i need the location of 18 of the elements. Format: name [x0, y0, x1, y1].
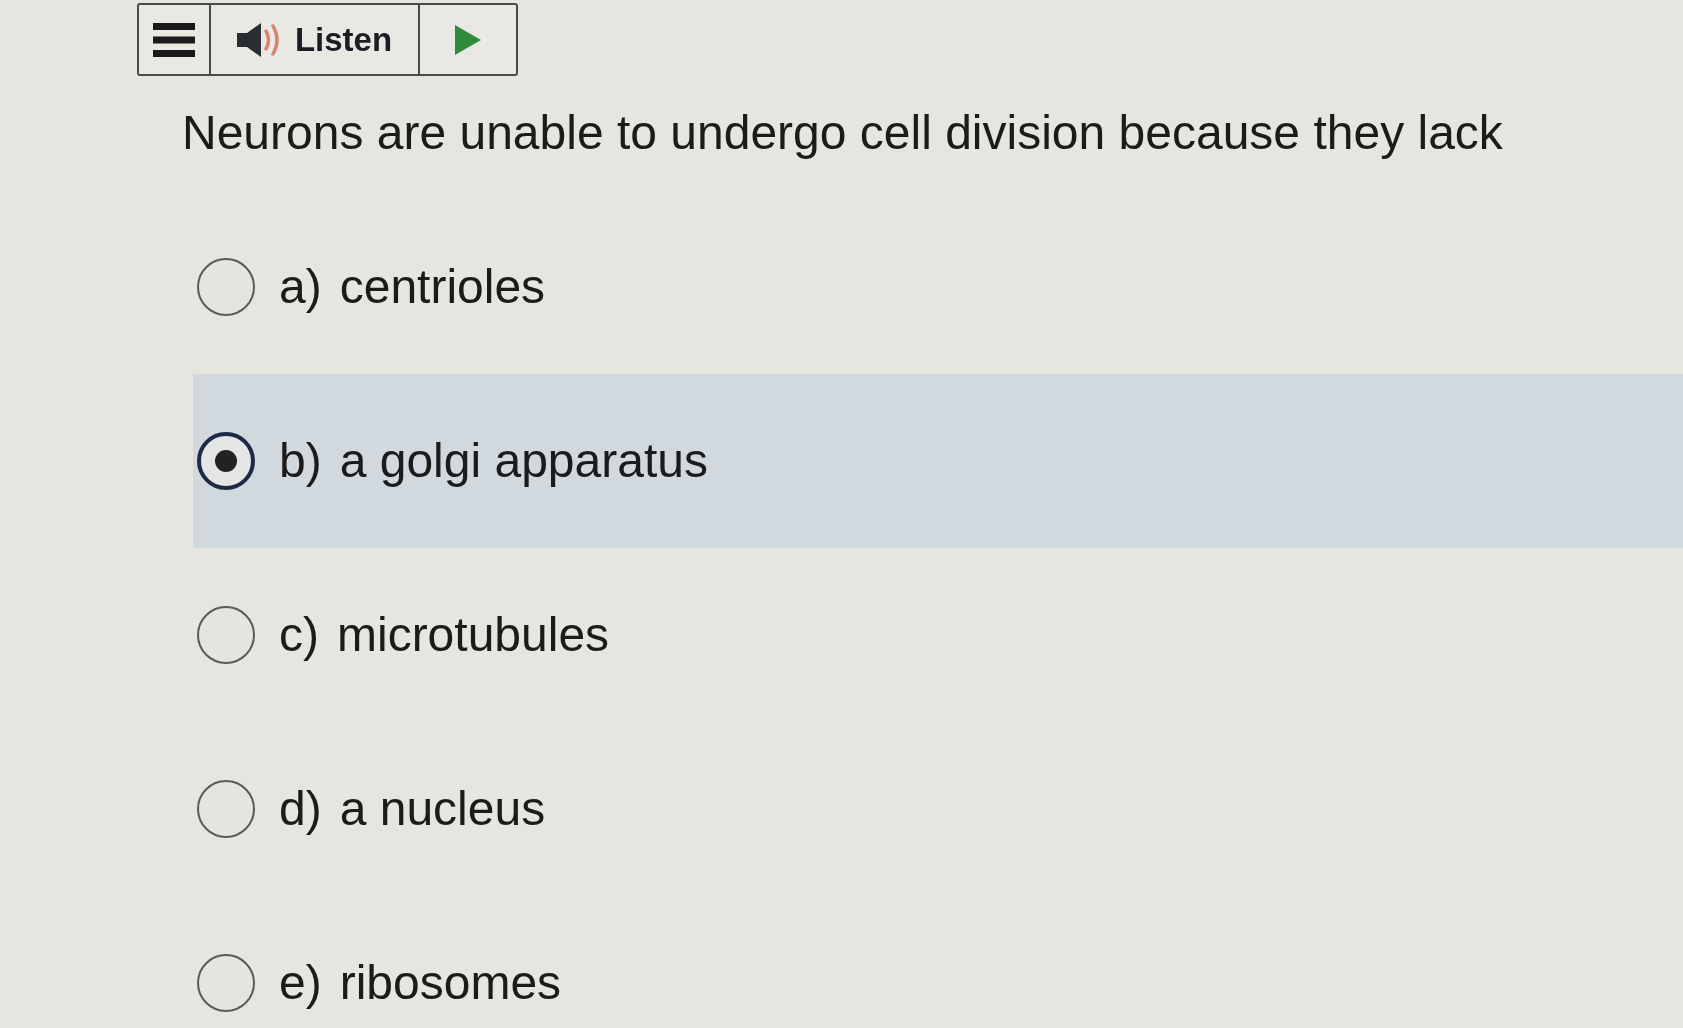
play-icon	[455, 24, 481, 55]
option-letter: b)	[279, 433, 322, 489]
question-text: Neurons are unable to undergo cell division because they lack	[182, 105, 1503, 161]
radio-button[interactable]	[197, 954, 255, 1012]
radio-button[interactable]	[197, 258, 255, 316]
option-letter: a)	[279, 259, 322, 315]
option-letter: c)	[279, 607, 319, 663]
option-letter: d)	[279, 781, 322, 837]
option-text: a golgi apparatus	[339, 433, 708, 489]
menu-icon	[153, 22, 195, 57]
option-letter: e)	[279, 955, 322, 1011]
radio-button[interactable]	[197, 780, 255, 838]
option-text: centrioles	[339, 259, 546, 315]
radio-button[interactable]	[197, 432, 255, 490]
option-text: microtubules	[337, 607, 610, 663]
option-text: ribosomes	[339, 955, 562, 1011]
radio-button[interactable]	[197, 606, 255, 664]
option-text: a nucleus	[339, 781, 546, 837]
